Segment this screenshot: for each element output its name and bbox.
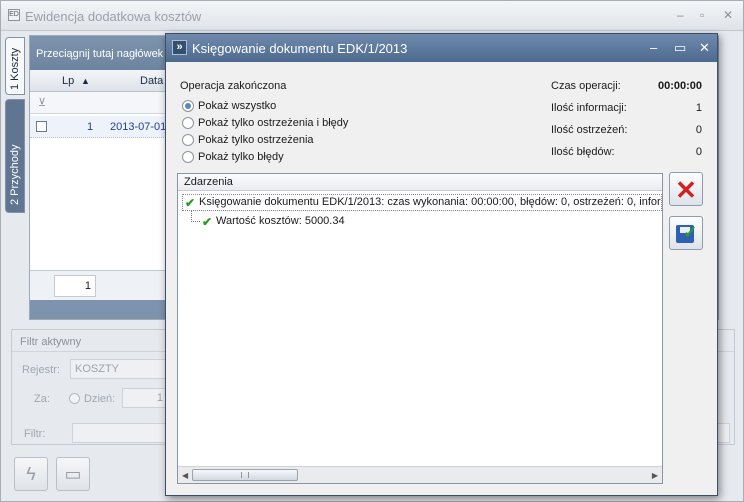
events-tree[interactable]: Zdarzenia ✔ Księgowanie dokumentu EDK/1/… [177, 173, 663, 484]
tree-node-text: Księgowanie dokumentu EDK/1/2013: czas w… [199, 196, 662, 208]
stat-label-info: Ilość informacji: [551, 102, 627, 114]
filter-funnel-icon[interactable]: ⊻ [38, 96, 46, 109]
filtr-field[interactable] [72, 423, 168, 443]
app-icon: ED [8, 9, 20, 21]
save-log-button[interactable]: ✓ [669, 216, 703, 250]
row-checkbox[interactable] [36, 121, 47, 132]
filter-panel-title: Filtr aktywny [20, 336, 82, 348]
stat-value-time: 00:00:00 [657, 80, 702, 92]
dialog-app-icon: » [172, 40, 187, 55]
stat-value-warnings: 0 [695, 124, 702, 136]
tab-koszty[interactable]: 1 Koszty [5, 37, 25, 95]
bg-titlebar: ED Ewidencja dodatkowa kosztów – ▫ ✕ [1, 1, 743, 31]
tree-connector [191, 211, 200, 222]
close-dialog-button[interactable]: ✕ [669, 172, 703, 206]
maximize-icon[interactable]: ▭ [674, 40, 686, 56]
green-check-icon: ✓ [683, 223, 698, 242]
close-icon[interactable]: ✕ [699, 40, 710, 56]
tree-node-posting[interactable]: ✔ Księgowanie dokumentu EDK/1/2013: czas… [182, 194, 662, 211]
tab-przychody[interactable]: 2 Przychody [5, 99, 25, 213]
success-check-icon: ✔ [202, 215, 213, 229]
za-label: Za: [34, 393, 50, 405]
bg-maximize-icon[interactable]: ▫ [700, 8, 704, 22]
filtr-label: Filtr: [24, 428, 46, 440]
bottom-action-button-1[interactable]: ϟ [14, 457, 48, 491]
events-horizontal-scrollbar[interactable]: ◀ ▶ [178, 466, 662, 483]
stat-label-errors: Ilość błędów: [551, 146, 615, 158]
scroll-right-icon[interactable]: ▶ [652, 471, 658, 480]
tree-node-costs-value[interactable]: ✔ Wartość kosztów: 5000.34 [200, 214, 345, 231]
dzien-field[interactable]: 1 [122, 388, 168, 408]
bg-close-icon[interactable]: ✕ [723, 8, 733, 22]
scroll-left-icon[interactable]: ◀ [182, 471, 188, 480]
radio-button[interactable] [182, 117, 194, 129]
book-icon: ▭ [64, 464, 82, 484]
rejestr-label: Rejestr: [22, 364, 60, 376]
row-date: 2013-07-01 [110, 121, 167, 133]
bottom-action-button-2[interactable]: ▭ [56, 457, 90, 491]
stat-label-time: Czas operacji: [551, 80, 621, 92]
operation-status: Operacja zakończona [180, 80, 287, 92]
column-lp[interactable]: Lp [62, 75, 74, 87]
radio-button[interactable] [182, 134, 194, 146]
stat-label-warnings: Ilość ostrzeżeń: [551, 124, 628, 136]
bg-window-title: Ewidencja dodatkowa kosztów [25, 9, 202, 24]
stat-value-errors: 0 [695, 146, 702, 158]
events-header[interactable]: Zdarzenia [178, 174, 662, 191]
column-data[interactable]: Data [140, 75, 163, 87]
success-check-icon: ✔ [185, 196, 196, 210]
minimize-icon[interactable]: – [650, 40, 657, 55]
bg-minimize-icon[interactable]: – [677, 8, 684, 22]
dialog-title: Księgowanie dokumentu EDK/1/2013 [192, 41, 408, 56]
row-lp: 1 [87, 121, 94, 133]
stat-value-info: 1 [695, 102, 702, 114]
lightning-icon: ϟ [26, 464, 36, 484]
dzien-label: Dzień: [84, 393, 116, 405]
sort-asc-icon: ▲ [81, 76, 90, 86]
radio-button[interactable] [182, 100, 194, 112]
rejestr-field[interactable]: KOSZTY [70, 359, 166, 379]
tree-node-text: Wartość kosztów: 5000.34 [216, 215, 345, 227]
dialog-titlebar: » Księgowanie dokumentu EDK/1/2013 – ▭ ✕ [166, 34, 717, 62]
posting-dialog: » Księgowanie dokumentu EDK/1/2013 – ▭ ✕… [165, 33, 718, 496]
red-x-icon: ✕ [675, 175, 697, 205]
row-count: 1 [54, 275, 96, 297]
dzien-radio[interactable] [69, 393, 80, 404]
scroll-thumb[interactable] [192, 469, 298, 481]
radio-button[interactable] [182, 151, 194, 163]
